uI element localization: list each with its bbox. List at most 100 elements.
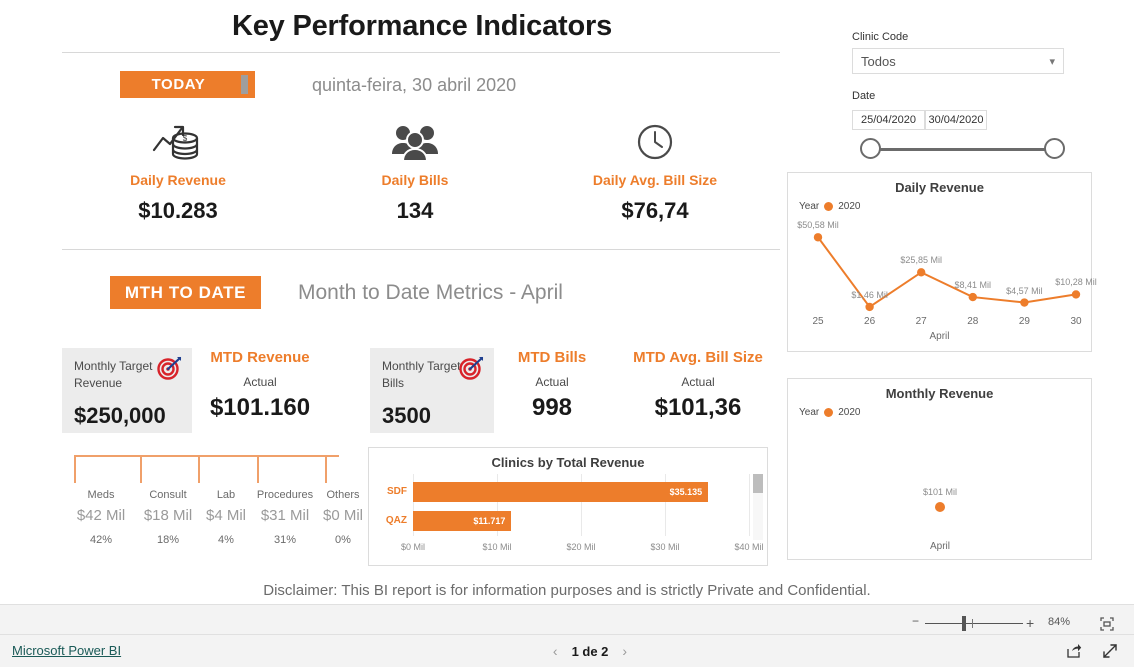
chart-title: Monthly Revenue [885, 386, 994, 401]
breakdown-percent: 31% [273, 534, 297, 546]
target-dart-icon [459, 356, 485, 385]
revenue-breakdown: Meds $42 Mil 42% Consult $18 Mil 18% Lab $4 Mil… [62, 455, 363, 560]
x-axis-tick-label: April [929, 541, 950, 552]
x-axis-tick-label: 25 [812, 316, 824, 327]
date-from-input[interactable]: 25/04/2020 [852, 110, 925, 130]
date-range-slider[interactable] [860, 138, 1065, 160]
scrollbar-thumb[interactable] [753, 474, 763, 493]
slider-handle-left[interactable] [860, 138, 881, 159]
bar-row[interactable]: QAZ $11.717 [369, 511, 767, 531]
breakdown-column: Others $0 Mil 0% [312, 489, 374, 546]
metric-actual-label: Actual [243, 375, 277, 389]
zoom-slider-track[interactable] [925, 623, 1023, 624]
svg-text:$: $ [183, 134, 188, 143]
breakdown-value: $4 Mil [205, 507, 246, 524]
date-filter-label: Date [852, 90, 876, 102]
date-to-input[interactable]: 30/04/2020 [925, 110, 987, 130]
target-label-line1: Monthly Target [74, 359, 153, 373]
bar-data-label: $11.717 [473, 516, 506, 526]
divider-middle [62, 249, 780, 250]
expand-icon[interactable] [1102, 643, 1118, 664]
chart-monthly-revenue[interactable]: Monthly Revenue Year 2020 $101 Mil April [787, 378, 1092, 560]
kpi-daily-avg-bill-size: Daily Avg. Bill Size $76,74 [575, 118, 735, 224]
metric-mtd-avg-bill-size: MTD Avg. Bill Size Actual $101,36 [632, 349, 764, 422]
kpi-daily-bills: Daily Bills 134 [335, 118, 495, 224]
breakdown-value: $18 Mil [143, 507, 193, 524]
bracket-stem [257, 457, 259, 483]
breakdown-percent: 18% [156, 534, 180, 546]
chevron-right-icon[interactable]: › [622, 643, 627, 659]
metric-value: $101.160 [209, 394, 311, 421]
disclaimer-text: Disclaimer: This BI report is for inform… [263, 582, 871, 599]
breakdown-percent: 0% [335, 534, 351, 546]
slider-handle-right[interactable] [1044, 138, 1065, 159]
zoom-slider-notch [972, 619, 973, 628]
breakdown-value: $42 Mil [76, 507, 126, 524]
chart-plot-area: $50,58 Mil $1,46 Mil $25,85 Mil $8,41 Mil $4… [788, 213, 1097, 351]
zoom-slider-thumb[interactable] [962, 616, 966, 631]
today-badge-marker [241, 75, 248, 94]
divider-top [62, 52, 780, 53]
legend-item-label: 2020 [838, 201, 861, 212]
kpi-label: Daily Bills [381, 172, 449, 188]
zoom-out-button[interactable]: − [912, 615, 919, 627]
data-point-label: $25,85 Mil [900, 255, 942, 266]
bar-row[interactable]: SDF $35.135 [369, 482, 767, 502]
breakdown-column: Meds $42 Mil 42% [70, 489, 132, 546]
today-badge-label: TODAY [151, 76, 206, 93]
bracket-stem [74, 457, 76, 483]
zoom-statusbar: − + 84% [0, 604, 1134, 635]
today-badge[interactable]: TODAY [120, 71, 255, 98]
metric-value: 998 [531, 394, 573, 421]
bracket-stem [325, 457, 327, 483]
x-axis-title: April [929, 331, 950, 342]
mtd-badge[interactable]: MTH TO DATE [110, 276, 261, 309]
data-point-label: $1,46 Mil [851, 289, 888, 300]
chart-title: Daily Revenue [895, 180, 984, 195]
breakdown-name: Meds [87, 489, 115, 501]
chart-legend: Year 2020 [799, 407, 860, 418]
kpi-value: 134 [396, 198, 434, 223]
breakdown-name: Lab [216, 489, 236, 501]
chart-plot-area: $101 Mil April [788, 419, 1091, 559]
page-title: Key Performance Indicators [232, 10, 612, 42]
chart-scrollbar[interactable] [753, 474, 763, 540]
breakdown-column: Procedures $31 Mil 31% [254, 489, 316, 546]
clinic-code-label: Clinic Code [852, 31, 909, 43]
legend-swatch [824, 202, 834, 211]
breakdown-name: Procedures [256, 489, 314, 501]
target-value: 3500 [382, 402, 431, 428]
chart-clinics-by-total-revenue[interactable]: Clinics by Total Revenue $0 Mil $10 Mil $2… [368, 447, 768, 566]
breakdown-column: Consult $18 Mil 18% [137, 489, 199, 546]
target-value: $250,000 [74, 402, 166, 428]
card-monthly-target-revenue: Monthly Target Revenue $250,000 [62, 348, 192, 433]
date-from-value: 25/04/2020 [860, 114, 917, 126]
kpi-value: $76,74 [621, 198, 689, 223]
data-point[interactable] [935, 502, 945, 512]
x-axis-tick-label: $40 Mil [734, 542, 764, 552]
powerbi-brand-link[interactable]: Microsoft Power BI [12, 643, 121, 658]
data-point-label: $50,58 Mil [797, 220, 839, 231]
chart-title: Clinics by Total Revenue [491, 455, 645, 470]
card-monthly-target-bills: Monthly Target Bills 3500 [370, 348, 494, 433]
zoom-in-button[interactable]: + [1026, 616, 1034, 630]
share-icon[interactable] [1066, 643, 1082, 664]
legend-title: Year [799, 407, 820, 418]
breakdown-value: $0 Mil [322, 507, 363, 524]
breakdown-value: $31 Mil [260, 507, 310, 524]
date-to-value: 30/04/2020 [928, 114, 984, 126]
fit-to-page-icon[interactable] [1100, 617, 1114, 636]
bar[interactable]: $11.717 [413, 511, 512, 531]
people-group-icon [335, 118, 495, 166]
metric-value: $101,36 [654, 394, 742, 421]
breakdown-name: Consult [149, 489, 187, 501]
x-axis-tick-label: 27 [915, 316, 927, 327]
chart-legend: Year 2020 [799, 201, 860, 212]
x-axis-tick-label: $20 Mil [566, 542, 596, 552]
bracket-stem [198, 457, 200, 483]
bar[interactable]: $35.135 [413, 482, 709, 502]
chevron-left-icon[interactable]: ‹ [553, 643, 558, 659]
clinic-code-select[interactable]: Todos ▾ [852, 48, 1064, 74]
chart-daily-revenue[interactable]: Daily Revenue Year 2020 $50,58 Mil $1,46 … [787, 172, 1097, 352]
clinic-code-value: Todos [861, 53, 896, 69]
